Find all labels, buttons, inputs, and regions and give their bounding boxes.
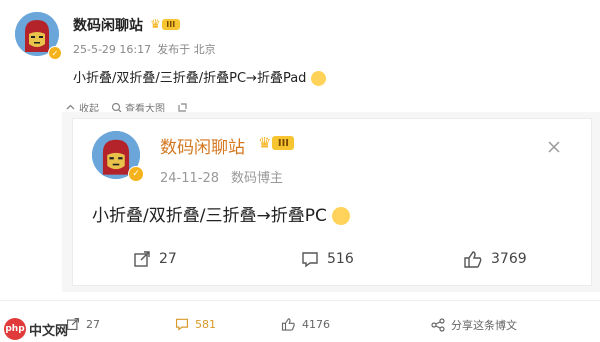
share-button[interactable]: 分享这条博文 [431,317,517,333]
comment-count: 581 [195,317,216,331]
repost-like-count: 3769 [491,251,527,267]
like-button[interactable]: 4176 [281,317,330,331]
watermark: php 中文网 [4,318,68,340]
repost-meta: 24-11-28 数码博主 [160,167,289,186]
repost-verified-icon: ✓ [128,166,144,182]
repost-like-button[interactable]: 3769 [463,250,527,268]
like-count: 4176 [302,317,330,331]
share-label: 分享这条博文 [451,319,517,332]
share-icon [431,318,445,332]
repost-repost-button[interactable]: 27 [133,250,177,268]
comment-icon [175,318,189,331]
divider [0,300,600,301]
repost-grin-emoji-icon [332,207,351,225]
repost-text-content: 小折叠/双折叠/三折叠→折叠PC [92,206,327,226]
post-time[interactable]: 25-5-29 16:17 [73,43,151,56]
comment-icon [302,252,318,268]
repost-source: 数码博主 [231,171,284,186]
repost-author-name[interactable]: 数码闲聊站 [160,133,245,158]
repost-count: 27 [86,317,100,331]
post-location: 发布于 北京 [157,43,216,56]
repost-time[interactable]: 24-11-28 [160,171,219,186]
post-meta: 25-5-29 16:17 发布于 北京 [73,41,222,57]
repost-repost-count: 27 [159,251,177,267]
repost-icon [66,317,80,331]
author-name[interactable]: 数码闲聊站 [73,15,143,35]
watermark-text: 中文网 [29,323,69,339]
post-text-content: 小折叠/双折叠/三折叠/折叠PC→折叠Pad [73,71,307,86]
grin-emoji-icon [310,71,326,86]
post-text: 小折叠/双折叠/三折叠/折叠PC→折叠Pad [73,67,326,86]
watermark-badge: php [4,318,26,340]
repost-level-badge: III [272,136,295,150]
repost-button[interactable]: 27 [66,317,100,331]
repost-comment-count: 516 [327,251,354,267]
repost-icon [134,251,150,267]
repost-comment-button[interactable]: 516 [301,250,354,268]
level-badge: III [161,18,180,30]
comment-button[interactable]: 581 [175,317,216,331]
repost-crown-icon: ♛ III [258,134,295,152]
close-icon[interactable] [546,139,562,155]
like-icon [464,251,482,268]
like-icon [281,318,295,331]
repost-text: 小折叠/双折叠/三折叠→折叠PC [92,201,351,226]
verified-icon: ✓ [48,46,62,60]
crown-icon: ♛ III [150,17,180,31]
